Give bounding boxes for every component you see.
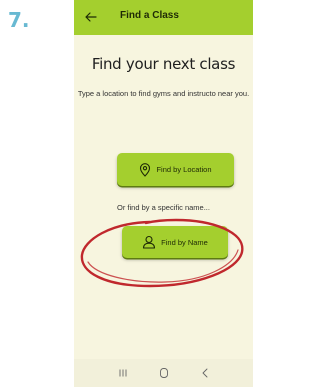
page-headline: Find your next class	[91, 55, 236, 73]
recent-apps-icon[interactable]	[118, 368, 128, 378]
find-by-name-label: Find by Name	[161, 237, 208, 247]
step-number: 7.	[8, 8, 30, 32]
nav-back-icon[interactable]	[199, 367, 211, 379]
app-bar-title: Find a Class	[120, 10, 179, 21]
person-icon	[143, 235, 156, 249]
home-icon[interactable]	[158, 367, 170, 379]
app-bar: Find a Class	[74, 0, 253, 35]
page-subtitle: Type a location to find gyms and instruc…	[77, 89, 250, 98]
or-find-by-name-text: Or find by a specific name...	[117, 203, 210, 212]
phone-screen: Find a Class Find your next class Type a…	[74, 0, 253, 387]
find-by-location-label: Find by Location	[156, 165, 212, 174]
location-pin-icon	[140, 162, 151, 177]
find-by-name-button[interactable]: Find by Name	[122, 226, 228, 258]
back-arrow-icon[interactable]	[84, 10, 98, 24]
system-nav-bar	[74, 359, 253, 387]
find-by-location-button[interactable]: Find by Location	[117, 153, 234, 186]
